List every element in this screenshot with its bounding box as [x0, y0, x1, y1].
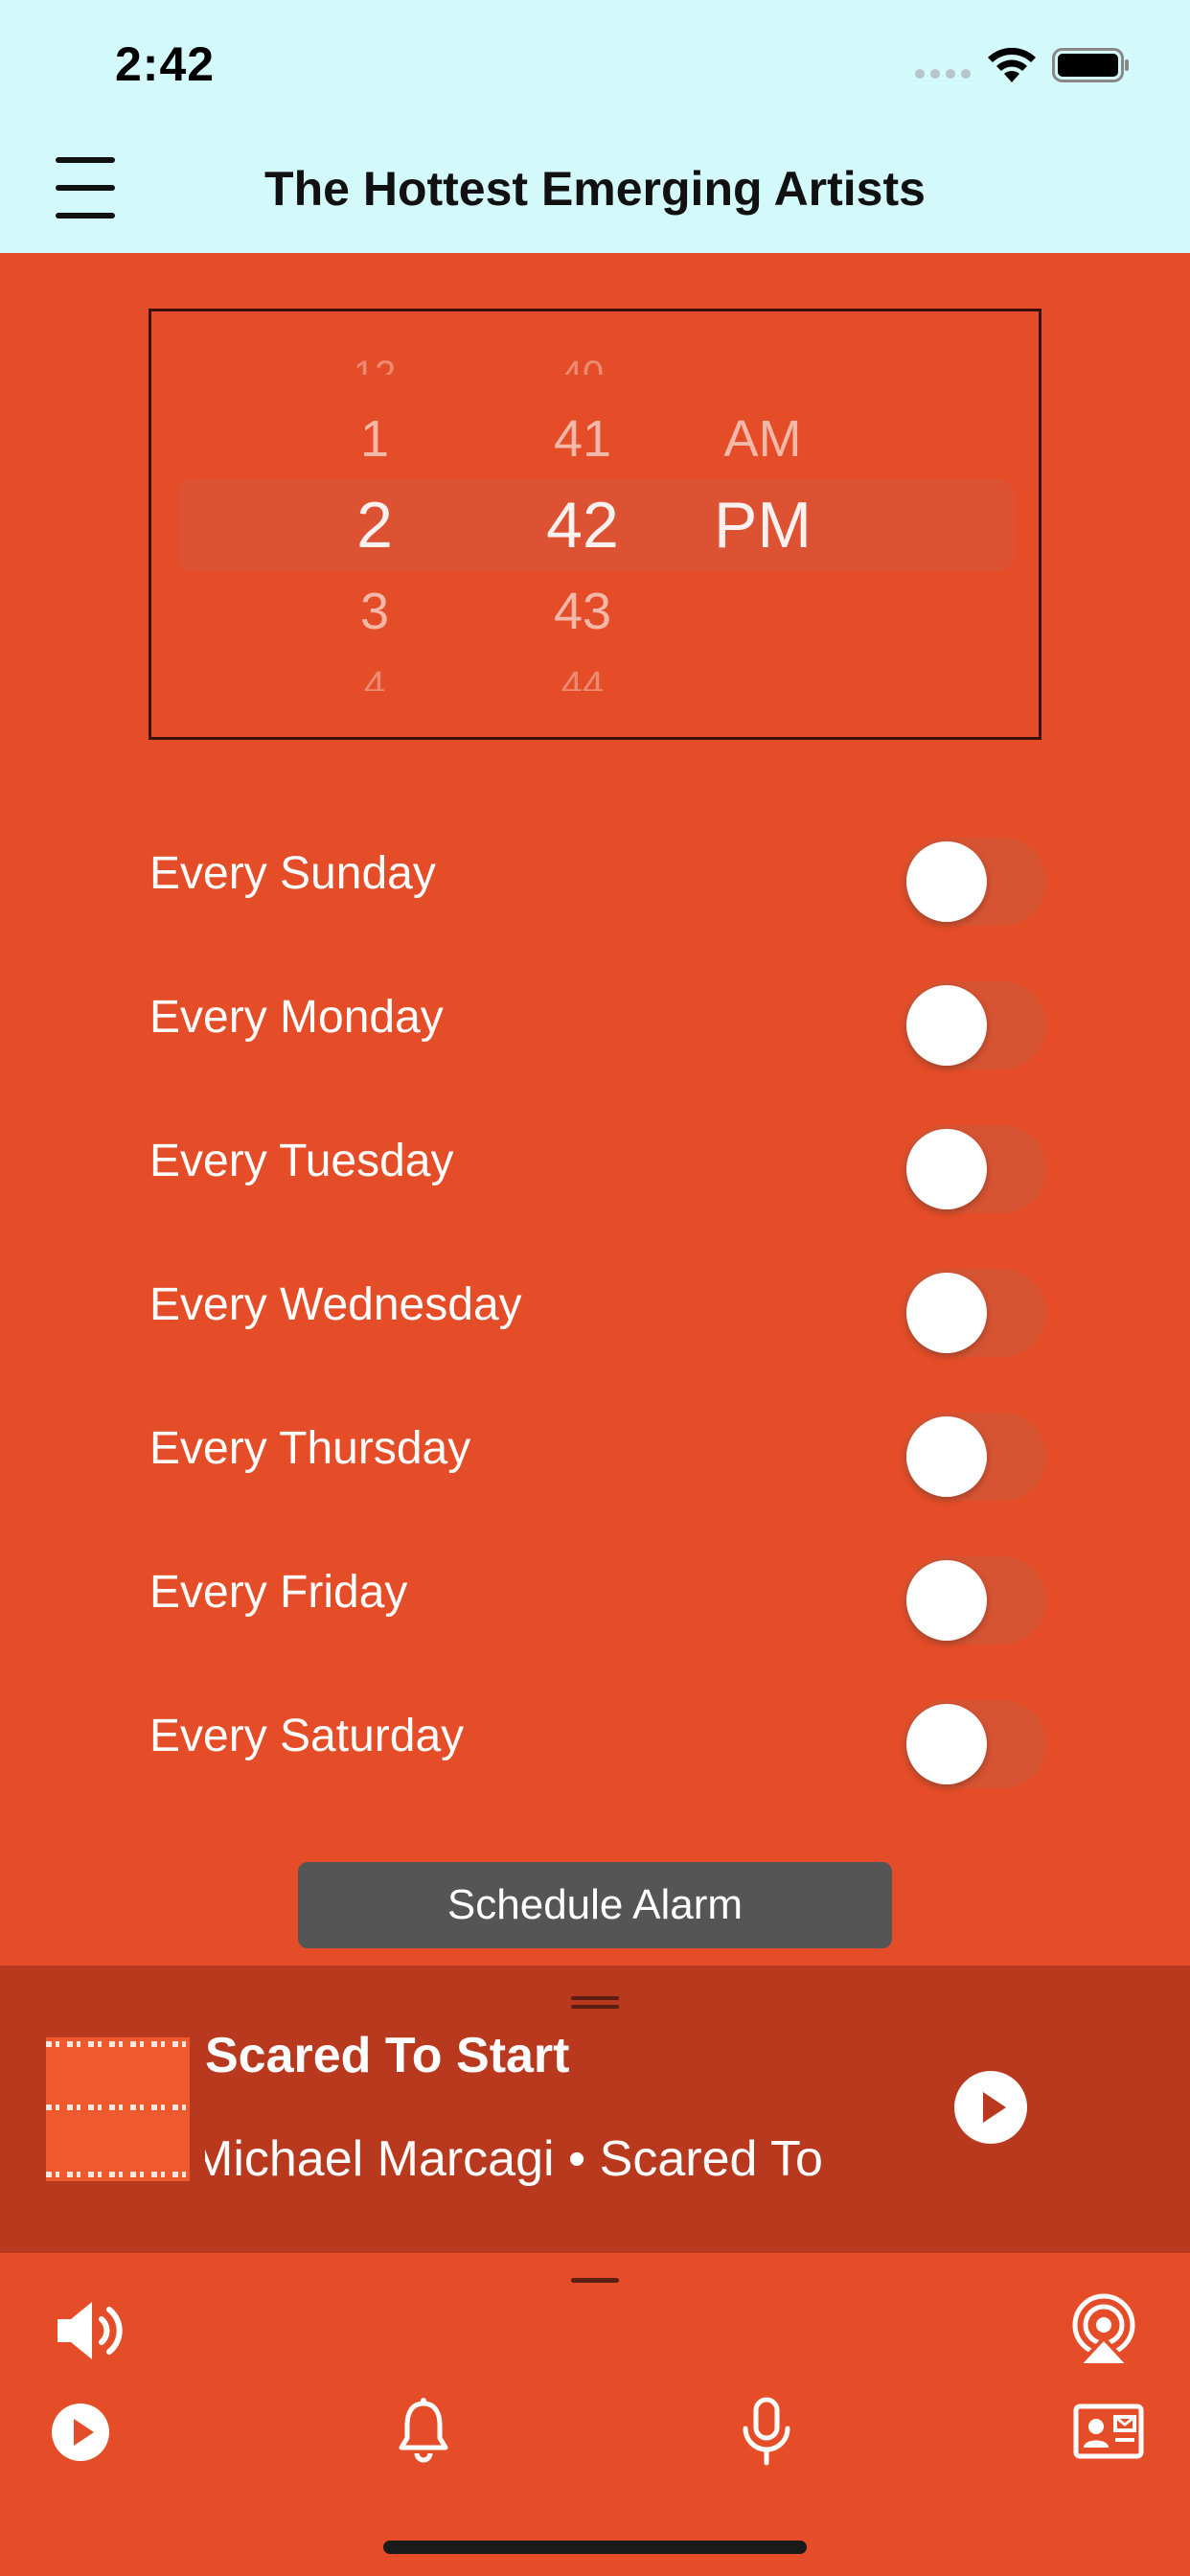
repeat-label: Every Saturday: [149, 1711, 465, 1761]
toggle-knob: [906, 1416, 987, 1497]
repeat-label: Every Sunday: [149, 848, 436, 899]
track-subtitle: Michael Marcagi • Scared To Start: [205, 2131, 828, 2187]
minute-option[interactable]: 44: [496, 664, 669, 691]
hour-wheel[interactable]: 12 1 2 3 4: [288, 311, 461, 737]
repeat-label: Every Wednesday: [149, 1279, 522, 1330]
period-wheel[interactable]: AM PM: [676, 311, 849, 737]
cellular-signal-icon: [915, 69, 971, 79]
track-title: Scared To Start: [205, 2028, 570, 2083]
hour-option[interactable]: 1: [288, 409, 461, 469]
repeat-label: Every Friday: [149, 1567, 408, 1618]
battery-icon: [1052, 48, 1129, 82]
play-icon[interactable]: [50, 2402, 111, 2463]
minute-option-selected[interactable]: 42: [496, 488, 669, 563]
mini-player-play-button[interactable]: [954, 2071, 1027, 2144]
toggle-knob: [906, 985, 987, 1066]
repeat-row-tuesday: Every Tuesday: [149, 1110, 1050, 1213]
repeat-toggle-sunday[interactable]: [903, 838, 1046, 926]
mini-player-grabber[interactable]: [571, 1994, 619, 2010]
sheet-grabber[interactable]: [571, 2278, 619, 2283]
repeat-label: Every Thursday: [149, 1423, 471, 1474]
status-bar: 2:42: [0, 0, 1190, 125]
repeat-row-wednesday: Every Wednesday: [149, 1254, 1050, 1357]
album-art: [46, 2037, 190, 2181]
minute-option[interactable]: 41: [496, 409, 669, 469]
time-picker[interactable]: 12 1 2 3 4 40 41 42 43 44 AM PM: [149, 309, 1041, 740]
repeat-toggle-friday[interactable]: [903, 1556, 1046, 1644]
repeat-toggle-wednesday[interactable]: [903, 1269, 1046, 1357]
repeat-toggle-thursday[interactable]: [903, 1413, 1046, 1501]
play-icon: [983, 2092, 1006, 2123]
minute-option[interactable]: 43: [496, 582, 669, 641]
mini-player[interactable]: Scared To Start Michael Marcagi • Scared…: [0, 1966, 1190, 2253]
toggle-knob: [906, 841, 987, 922]
schedule-alarm-button[interactable]: Schedule Alarm: [298, 1862, 892, 1948]
repeat-toggle-monday[interactable]: [903, 981, 1046, 1070]
microphone-icon[interactable]: [738, 2396, 795, 2467]
minute-option[interactable]: 40: [496, 346, 669, 375]
period-option[interactable]: AM: [676, 409, 849, 469]
navigation-bar: The Hottest Emerging Artists: [0, 125, 1190, 253]
wifi-icon: [988, 47, 1036, 82]
repeat-toggle-tuesday[interactable]: [903, 1125, 1046, 1213]
hour-option[interactable]: 3: [288, 582, 461, 641]
toggle-knob: [906, 1273, 987, 1353]
hour-option[interactable]: 4: [288, 664, 461, 691]
repeat-row-friday: Every Friday: [149, 1541, 1050, 1644]
status-time: 2:42: [115, 37, 216, 91]
repeat-label: Every Tuesday: [149, 1136, 454, 1186]
repeat-row-sunday: Every Sunday: [149, 822, 1050, 926]
toggle-knob: [906, 1129, 987, 1209]
bell-icon[interactable]: [397, 2398, 450, 2465]
repeat-row-thursday: Every Thursday: [149, 1397, 1050, 1501]
toggle-knob: [906, 1704, 987, 1784]
repeat-row-saturday: Every Saturday: [149, 1685, 1050, 1788]
home-indicator: [383, 2541, 807, 2554]
repeat-toggle-saturday[interactable]: [903, 1700, 1046, 1788]
contact-card-icon[interactable]: [1073, 2404, 1144, 2459]
track-subtitle-marquee: Michael Marcagi • Scared To Start: [205, 2130, 828, 2197]
period-option-selected[interactable]: PM: [676, 488, 849, 563]
volume-icon[interactable]: [52, 2296, 128, 2365]
hour-option-selected[interactable]: 2: [288, 488, 461, 563]
hour-option[interactable]: 12: [288, 346, 461, 375]
repeat-row-monday: Every Monday: [149, 966, 1050, 1070]
page-title: The Hottest Emerging Artists: [264, 162, 926, 216]
toggle-knob: [906, 1560, 987, 1641]
repeat-label: Every Monday: [149, 992, 444, 1043]
minute-wheel[interactable]: 40 41 42 43 44: [496, 311, 669, 737]
airplay-icon[interactable]: [1065, 2292, 1142, 2369]
